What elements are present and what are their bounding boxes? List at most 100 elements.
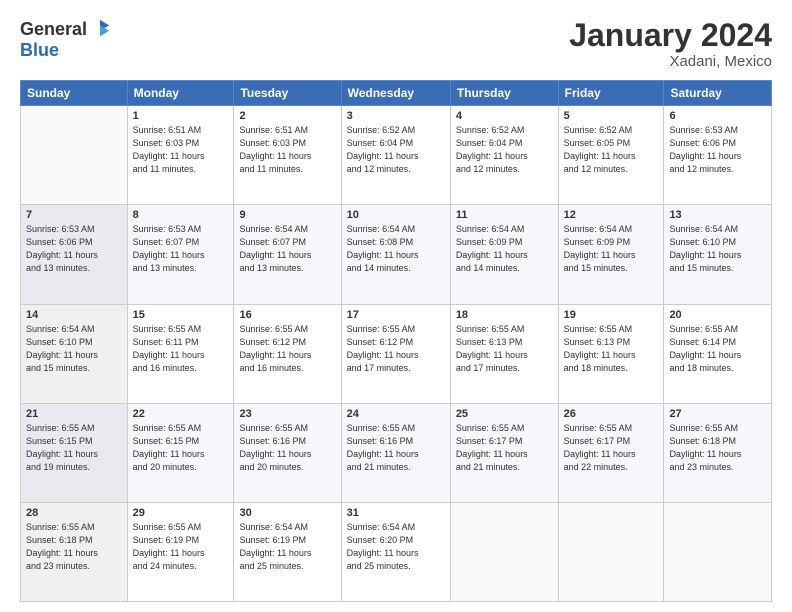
day-number: 12 — [564, 209, 659, 221]
day-info: Sunrise: 6:54 AM Sunset: 6:08 PM Dayligh… — [347, 223, 445, 275]
month-title: January 2024 — [569, 18, 772, 53]
col-wednesday: Wednesday — [341, 81, 450, 106]
day-info: Sunrise: 6:55 AM Sunset: 6:16 PM Dayligh… — [239, 422, 335, 474]
day-number: 26 — [564, 408, 659, 420]
day-number: 24 — [347, 408, 445, 420]
day-number: 5 — [564, 110, 659, 122]
logo-text: General — [20, 18, 111, 40]
day-info: Sunrise: 6:54 AM Sunset: 6:07 PM Dayligh… — [239, 223, 335, 275]
calendar-cell: 4Sunrise: 6:52 AM Sunset: 6:04 PM Daylig… — [450, 106, 558, 205]
calendar-cell: 1Sunrise: 6:51 AM Sunset: 6:03 PM Daylig… — [127, 106, 234, 205]
calendar-cell: 24 Sunrise: 6:55 AM Sunset: 6:16 PM Dayli… — [341, 403, 450, 502]
calendar-cell: 29 Sunrise: 6:55 AM Sunset: 6:19 PM Dayli… — [127, 502, 234, 601]
day-info: Sunrise: 6:55 AM Sunset: 6:12 PM Dayligh… — [239, 323, 335, 375]
calendar-cell — [21, 106, 128, 205]
day-number: 31 — [347, 507, 445, 519]
calendar-cell — [558, 502, 664, 601]
calendar-cell: 17 Sunrise: 6:55 AM Sunset: 6:12 PM Dayli… — [341, 304, 450, 403]
day-info: Sunrise: 6:53 AM Sunset: 6:07 PM Dayligh… — [133, 223, 229, 275]
day-info: Sunrise: 6:54 AM Sunset: 6:19 PM Dayligh… — [239, 521, 335, 573]
calendar-cell: 14Sunrise: 6:54 AM Sunset: 6:10 PM Dayli… — [21, 304, 128, 403]
day-number: 21 — [26, 408, 122, 420]
day-number: 30 — [239, 507, 335, 519]
col-thursday: Thursday — [450, 81, 558, 106]
day-info: Sunrise: 6:52 AM Sunset: 6:04 PM Dayligh… — [347, 124, 445, 176]
day-info: Sunrise: 6:55 AM Sunset: 6:15 PM Dayligh… — [133, 422, 229, 474]
calendar-cell: 22 Sunrise: 6:55 AM Sunset: 6:15 PM Dayli… — [127, 403, 234, 502]
title-block: January 2024 Xadani, Mexico — [569, 18, 772, 70]
calendar-cell: 26 Sunrise: 6:55 AM Sunset: 6:17 PM Dayli… — [558, 403, 664, 502]
day-info: Sunrise: 6:55 AM Sunset: 6:18 PM Dayligh… — [26, 521, 122, 573]
day-number: 28 — [26, 507, 122, 519]
calendar-cell: 31 Sunrise: 6:54 AM Sunset: 6:20 PM Dayli… — [341, 502, 450, 601]
day-info: Sunrise: 6:55 AM Sunset: 6:15 PM Dayligh… — [26, 422, 122, 474]
day-number: 11 — [456, 209, 553, 221]
day-info: Sunrise: 6:55 AM Sunset: 6:19 PM Dayligh… — [133, 521, 229, 573]
day-number: 7 — [26, 209, 122, 221]
calendar-week-0: 1Sunrise: 6:51 AM Sunset: 6:03 PM Daylig… — [21, 106, 772, 205]
day-info: Sunrise: 6:55 AM Sunset: 6:12 PM Dayligh… — [347, 323, 445, 375]
day-number: 18 — [456, 309, 553, 321]
calendar-cell: 11Sunrise: 6:54 AM Sunset: 6:09 PM Dayli… — [450, 205, 558, 304]
day-number: 22 — [133, 408, 229, 420]
calendar-cell: 12 Sunrise: 6:54 AM Sunset: 6:09 PM Dayli… — [558, 205, 664, 304]
calendar-cell — [664, 502, 772, 601]
col-saturday: Saturday — [664, 81, 772, 106]
calendar-cell: 25 Sunrise: 6:55 AM Sunset: 6:17 PM Dayli… — [450, 403, 558, 502]
col-friday: Friday — [558, 81, 664, 106]
calendar-cell — [450, 502, 558, 601]
day-number: 9 — [239, 209, 335, 221]
calendar-cell: 7 Sunrise: 6:53 AM Sunset: 6:06 PM Daylig… — [21, 205, 128, 304]
logo-flag-icon — [89, 18, 111, 40]
day-number: 6 — [669, 110, 766, 122]
location: Xadani, Mexico — [569, 53, 772, 70]
header: General Blue January 2024 Xadani, Mexico — [20, 18, 772, 70]
calendar-cell: 21 Sunrise: 6:55 AM Sunset: 6:15 PM Dayli… — [21, 403, 128, 502]
calendar-week-4: 28 Sunrise: 6:55 AM Sunset: 6:18 PM Dayli… — [21, 502, 772, 601]
calendar-cell: 23Sunrise: 6:55 AM Sunset: 6:16 PM Dayli… — [234, 403, 341, 502]
calendar-cell: 6Sunrise: 6:53 AM Sunset: 6:06 PM Daylig… — [664, 106, 772, 205]
day-number: 16 — [239, 309, 335, 321]
day-number: 17 — [347, 309, 445, 321]
day-number: 19 — [564, 309, 659, 321]
calendar-week-2: 14Sunrise: 6:54 AM Sunset: 6:10 PM Dayli… — [21, 304, 772, 403]
calendar-cell: 2Sunrise: 6:51 AM Sunset: 6:03 PM Daylig… — [234, 106, 341, 205]
col-monday: Monday — [127, 81, 234, 106]
day-info: Sunrise: 6:55 AM Sunset: 6:17 PM Dayligh… — [564, 422, 659, 474]
day-info: Sunrise: 6:55 AM Sunset: 6:13 PM Dayligh… — [564, 323, 659, 375]
day-number: 13 — [669, 209, 766, 221]
day-info: Sunrise: 6:54 AM Sunset: 6:09 PM Dayligh… — [564, 223, 659, 275]
calendar-cell: 8Sunrise: 6:53 AM Sunset: 6:07 PM Daylig… — [127, 205, 234, 304]
day-info: Sunrise: 6:54 AM Sunset: 6:10 PM Dayligh… — [669, 223, 766, 275]
day-info: Sunrise: 6:55 AM Sunset: 6:11 PM Dayligh… — [133, 323, 229, 375]
day-info: Sunrise: 6:52 AM Sunset: 6:05 PM Dayligh… — [564, 124, 659, 176]
calendar-cell: 9 Sunrise: 6:54 AM Sunset: 6:07 PM Daylig… — [234, 205, 341, 304]
day-info: Sunrise: 6:53 AM Sunset: 6:06 PM Dayligh… — [26, 223, 122, 275]
day-number: 14 — [26, 309, 122, 321]
day-number: 1 — [133, 110, 229, 122]
calendar-cell: 15 Sunrise: 6:55 AM Sunset: 6:11 PM Dayli… — [127, 304, 234, 403]
day-info: Sunrise: 6:54 AM Sunset: 6:20 PM Dayligh… — [347, 521, 445, 573]
calendar-cell: 30 Sunrise: 6:54 AM Sunset: 6:19 PM Dayli… — [234, 502, 341, 601]
calendar-week-1: 7 Sunrise: 6:53 AM Sunset: 6:06 PM Daylig… — [21, 205, 772, 304]
logo-blue-text: Blue — [20, 40, 59, 61]
day-info: Sunrise: 6:55 AM Sunset: 6:13 PM Dayligh… — [456, 323, 553, 375]
day-number: 29 — [133, 507, 229, 519]
col-tuesday: Tuesday — [234, 81, 341, 106]
calendar-week-3: 21 Sunrise: 6:55 AM Sunset: 6:15 PM Dayli… — [21, 403, 772, 502]
day-number: 10 — [347, 209, 445, 221]
logo-general: General — [20, 19, 87, 40]
logo: General Blue — [20, 18, 111, 61]
calendar-cell: 18 Sunrise: 6:55 AM Sunset: 6:13 PM Dayli… — [450, 304, 558, 403]
day-info: Sunrise: 6:55 AM Sunset: 6:17 PM Dayligh… — [456, 422, 553, 474]
calendar-cell: 27Sunrise: 6:55 AM Sunset: 6:18 PM Dayli… — [664, 403, 772, 502]
day-number: 20 — [669, 309, 766, 321]
day-number: 2 — [239, 110, 335, 122]
day-number: 25 — [456, 408, 553, 420]
page: General Blue January 2024 Xadani, Mexico… — [0, 0, 792, 612]
day-number: 15 — [133, 309, 229, 321]
day-info: Sunrise: 6:55 AM Sunset: 6:16 PM Dayligh… — [347, 422, 445, 474]
header-row: Sunday Monday Tuesday Wednesday Thursday… — [21, 81, 772, 106]
calendar-cell: 28 Sunrise: 6:55 AM Sunset: 6:18 PM Dayli… — [21, 502, 128, 601]
day-info: Sunrise: 6:55 AM Sunset: 6:14 PM Dayligh… — [669, 323, 766, 375]
